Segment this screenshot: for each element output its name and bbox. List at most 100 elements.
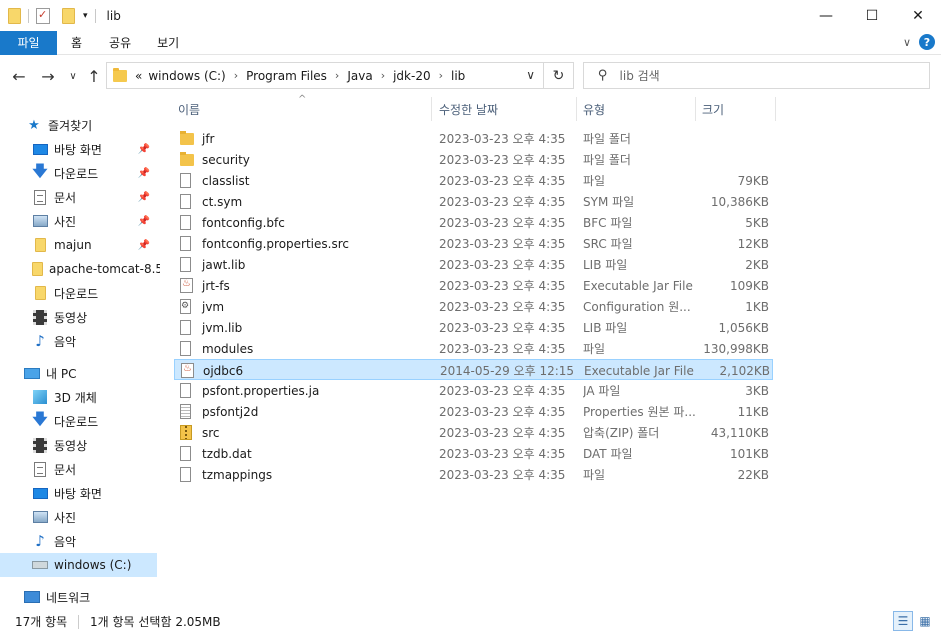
sidebar-item-label: 음악 [54, 334, 77, 349]
breadcrumb-jdk-20[interactable]: jdk-20 [393, 69, 431, 83]
sidebar-item-downloads[interactable]: 🡇 다운로드 📌 [32, 161, 156, 185]
sidebar-item-label: 음악 [54, 534, 77, 549]
file-row[interactable]: security 2023-03-23 오후 4:35 파일 폴더 [174, 149, 773, 170]
details-view-icon[interactable]: ☰ [893, 611, 913, 631]
chevron-right-icon[interactable]: › [234, 69, 238, 82]
file-row[interactable]: src 2023-03-23 오후 4:35 압축(ZIP) 폴더 43,110KB [174, 422, 773, 443]
sidebar-item-label: 내 PC [46, 366, 77, 381]
file-row[interactable]: tzmappings 2023-03-23 오후 4:35 파일 22KB [174, 464, 773, 485]
file-row[interactable]: fontconfig.bfc 2023-03-23 오후 4:35 BFC 파일 5K… [174, 212, 773, 233]
chevron-right-icon[interactable]: › [439, 69, 443, 82]
sidebar-item-windows-c[interactable]: windows (C:) [0, 553, 157, 577]
file-icon [180, 340, 191, 356]
tab-share[interactable]: 공유 [96, 31, 144, 55]
help-icon[interactable]: ? [919, 34, 935, 50]
address-bar[interactable]: « windows (C:) › Program Files › Java › … [106, 62, 544, 89]
forward-button[interactable]: → [37, 64, 59, 88]
back-button[interactable]: ← [8, 64, 30, 88]
file-row[interactable]: jvm.lib 2023-03-23 오후 4:35 LIB 파일 1,056KB [174, 317, 773, 338]
tab-view[interactable]: 보기 [144, 31, 192, 55]
sidebar-item-majun[interactable]: majun 📌 [32, 233, 156, 257]
close-button[interactable]: ✕ [895, 0, 941, 31]
pin-icon: 📌 [137, 143, 150, 155]
tab-file[interactable]: 파일 [0, 30, 57, 55]
sidebar-item-pc-downloads[interactable]: 🡇 다운로드 [32, 409, 98, 433]
sidebar-item-label: majun [54, 238, 92, 252]
sidebar-item-pc-music[interactable]: ♪ 음악 [32, 529, 76, 553]
chevron-right-icon[interactable]: › [335, 69, 339, 82]
file-date: 2023-03-23 오후 4:35 [439, 216, 566, 230]
new-folder-icon[interactable] [62, 7, 75, 24]
download-icon: 🡇 [32, 161, 48, 180]
file-date: 2023-03-23 오후 4:35 [439, 426, 566, 440]
ribbon-tabs: 파일 홈 공유 보기 ∨ ? [0, 30, 941, 55]
file-row[interactable]: jawt.lib 2023-03-23 오후 4:35 LIB 파일 2KB [174, 254, 773, 275]
customize-toolbar-icon[interactable]: ▾ [83, 11, 88, 21]
sidebar-item-apache-tomcat[interactable]: apache-tomcat-8.5 [32, 257, 160, 281]
sidebar-item-pc-desktop[interactable]: 바탕 화면 [32, 481, 102, 505]
expand-ribbon-icon[interactable]: ∨ [903, 36, 911, 49]
sidebar-item-3d-objects[interactable]: 3D 개체 [32, 385, 97, 409]
breadcrumb-overflow[interactable]: « [135, 69, 142, 83]
file-row[interactable]: psfont.properties.ja 2023-03-23 오후 4:35 JA… [174, 380, 773, 401]
chevron-down-icon[interactable]: ∨ [526, 68, 535, 82]
sidebar-item-network[interactable]: 네트워크 [24, 585, 90, 609]
pin-icon: 📌 [137, 215, 150, 227]
file-name: psfont.properties.ja [202, 383, 320, 398]
column-header-size[interactable]: 크기 [696, 97, 776, 121]
file-row[interactable]: jfr 2023-03-23 오후 4:35 파일 폴더 [174, 128, 773, 149]
recent-locations-button[interactable]: ∨ [62, 64, 84, 88]
file-name-cell: security [180, 149, 430, 170]
file-size: 12KB [737, 236, 769, 251]
file-name: tzmappings [202, 467, 273, 482]
sidebar-item-label: 3D 개체 [54, 390, 97, 405]
sidebar-item-videos[interactable]: 동영상 [32, 305, 87, 329]
file-row[interactable]: fontconfig.properties.src 2023-03-23 오후 4… [174, 233, 773, 254]
properties-icon[interactable] [36, 7, 50, 24]
sidebar-item-label: 동영상 [54, 310, 88, 325]
breadcrumb-java[interactable]: Java [347, 69, 372, 83]
file-row[interactable]: ojdbc6 2014-05-29 오후 12:15 Executable Jar … [174, 359, 773, 380]
sidebar-item-pc-videos[interactable]: 동영상 [32, 433, 87, 457]
refresh-button[interactable]: ↻ [544, 62, 574, 89]
sidebar-item-pictures[interactable]: 사진 📌 [32, 209, 156, 233]
folder-icon [34, 238, 46, 252]
file-row[interactable]: jrt-fs 2023-03-23 오후 4:35 Executable Jar F… [174, 275, 773, 296]
file-name-cell: jvm.lib [180, 317, 430, 338]
file-row[interactable]: psfontj2d 2023-03-23 오후 4:35 Properties 원본… [174, 401, 773, 422]
chevron-right-icon[interactable]: › [381, 69, 385, 82]
file-row[interactable]: jvm 2023-03-23 오후 4:35 Configuration 원... 1… [174, 296, 773, 317]
file-row[interactable]: modules 2023-03-23 오후 4:35 파일 130,998KB [174, 338, 773, 359]
file-size: 43,110KB [710, 425, 769, 440]
breadcrumb-program-files[interactable]: Program Files [246, 69, 327, 83]
sidebar-item-documents[interactable]: 문서 📌 [32, 185, 156, 209]
sidebar-item-this-pc[interactable]: 내 PC [24, 361, 76, 385]
breadcrumb-lib[interactable]: lib [451, 69, 465, 83]
file-row[interactable]: tzdb.dat 2023-03-23 오후 4:35 DAT 파일 101KB [174, 443, 773, 464]
file-name-cell: ct.sym [180, 191, 430, 212]
up-button[interactable]: ↑ [83, 64, 105, 88]
large-icons-view-icon[interactable]: ▦ [915, 611, 935, 631]
sidebar-item-desktop[interactable]: 바탕 화면 📌 [32, 137, 156, 161]
file-name-cell: tzmappings [180, 464, 430, 485]
tab-home[interactable]: 홈 [57, 31, 96, 55]
sidebar-item-label: 다운로드 [54, 286, 99, 301]
search-input[interactable]: ⚲ lib 검색 [583, 62, 930, 89]
sidebar-item-downloads-folder[interactable]: 다운로드 [32, 281, 98, 305]
breadcrumb-windows-c[interactable]: windows (C:) [148, 69, 225, 83]
column-header-date[interactable]: 수정한 날짜 [433, 97, 577, 121]
sidebar-item-music[interactable]: ♪ 음악 [32, 329, 76, 353]
file-date: 2023-03-23 오후 4:35 [439, 237, 566, 251]
file-row[interactable]: ct.sym 2023-03-23 오후 4:35 SYM 파일 10,386KB [174, 191, 773, 212]
maximize-button[interactable]: ☐ [849, 0, 895, 31]
minimize-button[interactable]: — [803, 0, 849, 31]
sidebar-item-pc-documents[interactable]: 문서 [32, 457, 76, 481]
file-size: 2,102KB [719, 363, 770, 378]
column-header-type[interactable]: 유형 [577, 97, 696, 121]
sidebar-item-pc-pictures[interactable]: 사진 [32, 505, 76, 529]
sidebar-item-quick-access[interactable]: ★ 즐겨찾기 [26, 113, 92, 137]
file-row[interactable]: classlist 2023-03-23 오후 4:35 파일 79KB [174, 170, 773, 191]
zip-folder-icon [180, 424, 192, 440]
file-size: 79KB [737, 173, 769, 188]
column-header-name[interactable]: 이름 [172, 97, 432, 121]
